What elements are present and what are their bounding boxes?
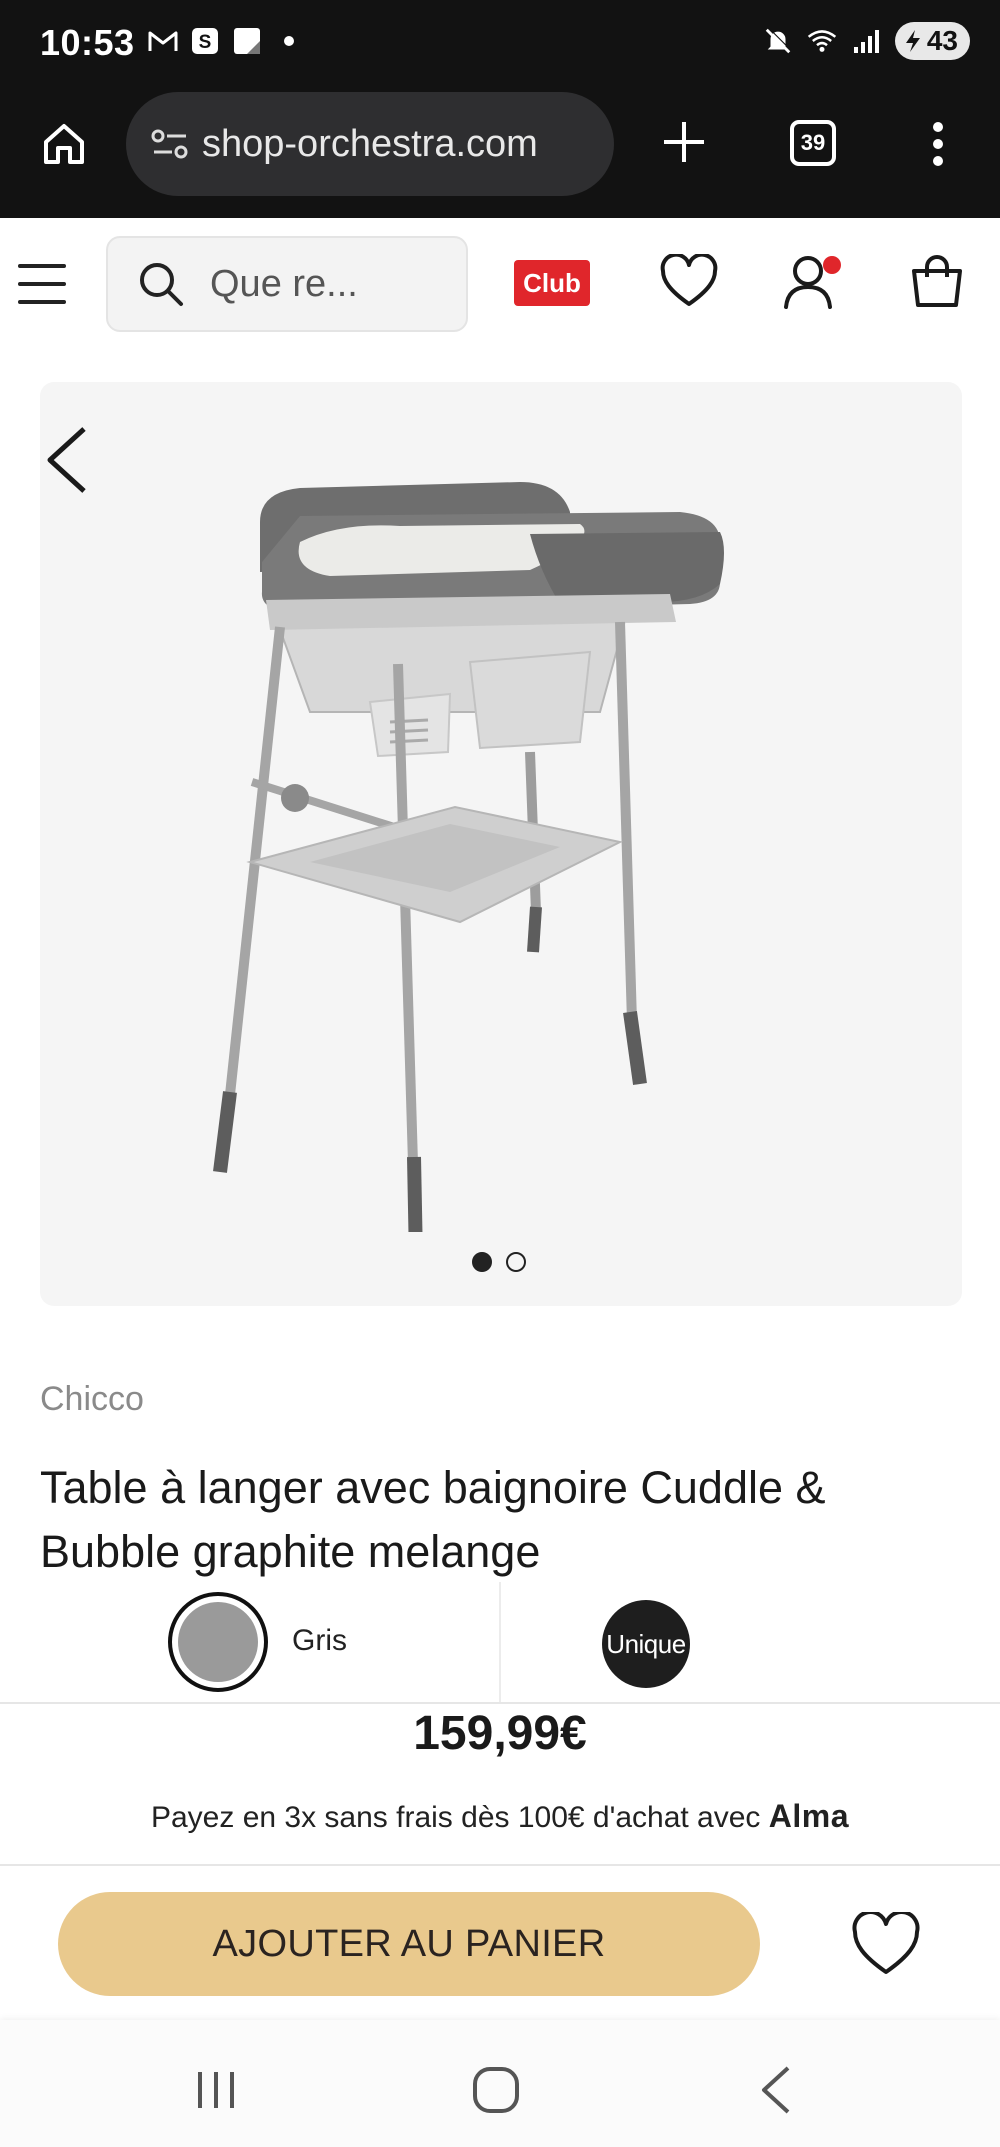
add-to-wishlist-heart-icon[interactable] xyxy=(846,1904,926,1984)
back-button-icon[interactable] xyxy=(746,2060,806,2120)
svg-text:S: S xyxy=(199,32,212,53)
search-placeholder: Que re... xyxy=(210,262,358,305)
add-to-cart-button[interactable]: AJOUTER AU PANIER xyxy=(58,1892,760,1996)
alma-text: Payez en 3x sans frais dès 100€ d'achat … xyxy=(150,1801,761,1834)
product-price: 159,99€ xyxy=(413,1707,587,1760)
hamburger-menu-icon[interactable] xyxy=(18,264,66,304)
wifi-icon xyxy=(807,26,837,56)
home-icon[interactable] xyxy=(38,118,90,170)
shopping-bag-icon[interactable] xyxy=(902,246,972,316)
price-divider-top xyxy=(0,1702,1000,1704)
wishlist-heart-icon[interactable] xyxy=(654,246,724,316)
signal-icon xyxy=(851,26,881,56)
size-option-unique[interactable]: Unique xyxy=(602,1600,690,1688)
status-system-icons: 43 xyxy=(763,22,970,60)
status-time: 10:53 xyxy=(40,22,135,63)
url-text: shop-orchestra.com xyxy=(202,122,538,165)
more-menu-icon[interactable] xyxy=(920,116,956,172)
gallery-dot-2[interactable] xyxy=(506,1252,526,1272)
product-title: Table à langer avec baignoire Cuddle & B… xyxy=(40,1462,826,1577)
dot-icon xyxy=(274,26,304,56)
gallery-dot-1[interactable] xyxy=(472,1252,492,1272)
s-app-icon: S xyxy=(190,26,220,56)
tab-switcher-button[interactable]: 39 xyxy=(790,120,836,166)
site-header: Que re... Club xyxy=(0,218,1000,348)
alma-brand: Alma xyxy=(768,1798,850,1834)
battery-icon xyxy=(905,30,920,52)
gallery-back-chevron-icon[interactable] xyxy=(40,420,102,500)
gallery-pagination xyxy=(472,1252,526,1272)
address-bar[interactable]: shop-orchestra.com xyxy=(126,92,614,196)
browser-toolbar: shop-orchestra.com 39 xyxy=(0,88,1000,218)
system-navigation-bar xyxy=(0,2020,1000,2147)
account-icon[interactable] xyxy=(778,246,848,316)
search-input[interactable]: Que re... xyxy=(106,236,468,332)
alma-payment-info: Payez en 3x sans frais dès 100€ d'achat … xyxy=(0,1798,1000,1835)
price-divider-bottom xyxy=(0,1864,1000,1866)
mute-icon xyxy=(763,26,793,56)
battery-indicator: 43 xyxy=(894,22,970,60)
status-notification-icons: S xyxy=(148,26,304,56)
home-button-icon[interactable] xyxy=(466,2060,526,2120)
new-tab-icon[interactable] xyxy=(656,114,712,170)
color-label: Gris xyxy=(292,1624,347,1657)
search-icon xyxy=(136,259,186,309)
club-badge[interactable]: Club xyxy=(514,260,590,306)
product-image xyxy=(213,482,724,1232)
battery-level: 43 xyxy=(926,25,958,56)
color-swatch-fill xyxy=(178,1602,258,1682)
variant-divider xyxy=(499,1582,501,1702)
notes-icon xyxy=(232,26,262,56)
variant-selector: Gris Unique xyxy=(0,1582,1000,1702)
site-settings-icon[interactable] xyxy=(148,122,192,166)
gmail-icon xyxy=(148,26,178,56)
status-bar: 10:53 S 43 xyxy=(0,0,1000,88)
color-swatch-gris[interactable] xyxy=(168,1592,268,1692)
product-brand[interactable]: Chicco xyxy=(40,1380,144,1419)
recent-apps-icon[interactable] xyxy=(186,2060,246,2120)
product-gallery[interactable] xyxy=(40,382,962,1306)
